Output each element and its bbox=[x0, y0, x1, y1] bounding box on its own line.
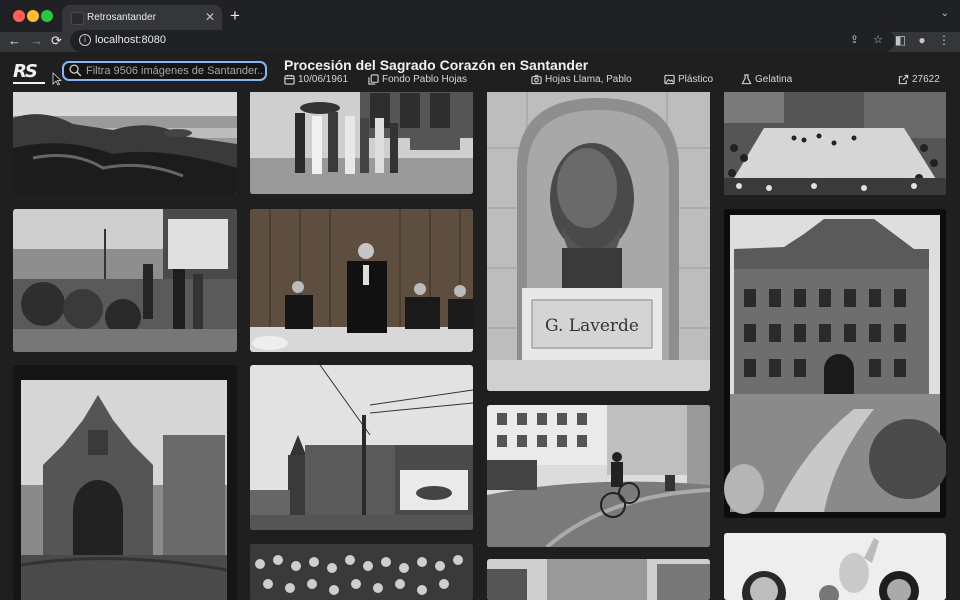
image-icon bbox=[664, 74, 675, 85]
gallery-photo[interactable] bbox=[487, 405, 710, 547]
flask-icon bbox=[741, 74, 752, 85]
photo-id-text[interactable]: 27622 bbox=[912, 74, 940, 85]
photo-process[interactable]: Gelatina bbox=[741, 74, 792, 85]
tab-title: Retrosantander bbox=[87, 12, 156, 23]
photo-gallery: G. Laverde bbox=[0, 92, 960, 600]
gallery-photo[interactable] bbox=[250, 92, 473, 194]
copy-icon bbox=[368, 74, 379, 85]
gallery-photo[interactable] bbox=[250, 209, 473, 352]
photo-title: Procesión del Sagrado Corazón en Santand… bbox=[284, 57, 589, 73]
back-icon[interactable]: ← bbox=[8, 32, 21, 50]
gallery-photo[interactable] bbox=[724, 533, 946, 600]
minimize-window-button[interactable] bbox=[27, 10, 39, 22]
profile-icon[interactable]: ● bbox=[918, 33, 925, 47]
gallery-photo[interactable] bbox=[13, 92, 237, 194]
camera-icon bbox=[531, 74, 542, 85]
photo-author[interactable]: Hojas Llama, Pablo bbox=[531, 74, 632, 85]
logo-underline bbox=[13, 82, 45, 84]
browser-tab-bar: Retrosantander ✕ + ⌄ bbox=[0, 0, 960, 32]
search-icon bbox=[69, 64, 82, 77]
photo-id-link[interactable]: 27622 bbox=[898, 74, 940, 85]
browser-toolbar: ← → ⟳ i localhost:8080 ⇪ ☆ ◧ ● ⋮ bbox=[0, 30, 960, 52]
external-link-icon bbox=[898, 74, 909, 85]
browser-tab[interactable]: Retrosantander ✕ bbox=[62, 5, 222, 32]
photo-support[interactable]: Plástico bbox=[664, 74, 713, 85]
forward-icon[interactable]: → bbox=[30, 32, 43, 50]
address-bar[interactable]: i localhost:8080 ⇪ ☆ bbox=[70, 30, 895, 52]
gallery-photo[interactable] bbox=[13, 209, 237, 352]
bust-inscription: G. Laverde bbox=[545, 316, 639, 336]
calendar-icon bbox=[284, 74, 295, 85]
tab-search-icon[interactable]: ⌄ bbox=[941, 8, 949, 19]
gallery-photo[interactable] bbox=[724, 209, 946, 518]
favicon-icon bbox=[71, 12, 84, 25]
photo-date-text: 10/06/1961 bbox=[298, 74, 349, 85]
search-input[interactable] bbox=[86, 63, 263, 79]
tab-close-icon[interactable]: ✕ bbox=[205, 10, 215, 24]
photo-collection-text[interactable]: Fondo Pablo Hojas bbox=[382, 74, 467, 85]
reload-icon[interactable]: ⟳ bbox=[51, 32, 62, 50]
url-text[interactable]: localhost:8080 bbox=[95, 34, 166, 46]
gallery-photo[interactable] bbox=[13, 365, 237, 600]
photo-author-text[interactable]: Hojas Llama, Pablo bbox=[545, 74, 632, 85]
search-box[interactable] bbox=[62, 61, 267, 81]
star-icon[interactable]: ☆ bbox=[873, 34, 883, 46]
gallery-photo[interactable] bbox=[487, 559, 710, 600]
photo-date: 10/06/1961 bbox=[284, 74, 348, 85]
kebab-menu-icon[interactable]: ⋮ bbox=[938, 33, 950, 47]
retrosantander-logo[interactable]: RS bbox=[13, 61, 38, 82]
new-tab-button[interactable]: + bbox=[230, 6, 240, 26]
photo-collection[interactable]: Fondo Pablo Hojas bbox=[368, 74, 467, 85]
share-icon[interactable]: ⇪ bbox=[850, 34, 859, 46]
app-header: RS Procesión del Sagrado Corazón en Sant… bbox=[0, 52, 960, 92]
sidepanel-icon[interactable]: ◧ bbox=[895, 33, 906, 47]
close-window-button[interactable] bbox=[13, 10, 25, 22]
photo-support-text[interactable]: Plástico bbox=[678, 74, 713, 85]
maximize-window-button[interactable] bbox=[41, 10, 53, 22]
photo-process-text[interactable]: Gelatina bbox=[755, 74, 792, 85]
gallery-photo[interactable] bbox=[250, 365, 473, 530]
site-info-icon[interactable]: i bbox=[79, 34, 91, 46]
gallery-photo[interactable]: G. Laverde bbox=[487, 92, 710, 391]
gallery-photo[interactable] bbox=[724, 92, 946, 195]
gallery-photo[interactable] bbox=[250, 544, 473, 600]
